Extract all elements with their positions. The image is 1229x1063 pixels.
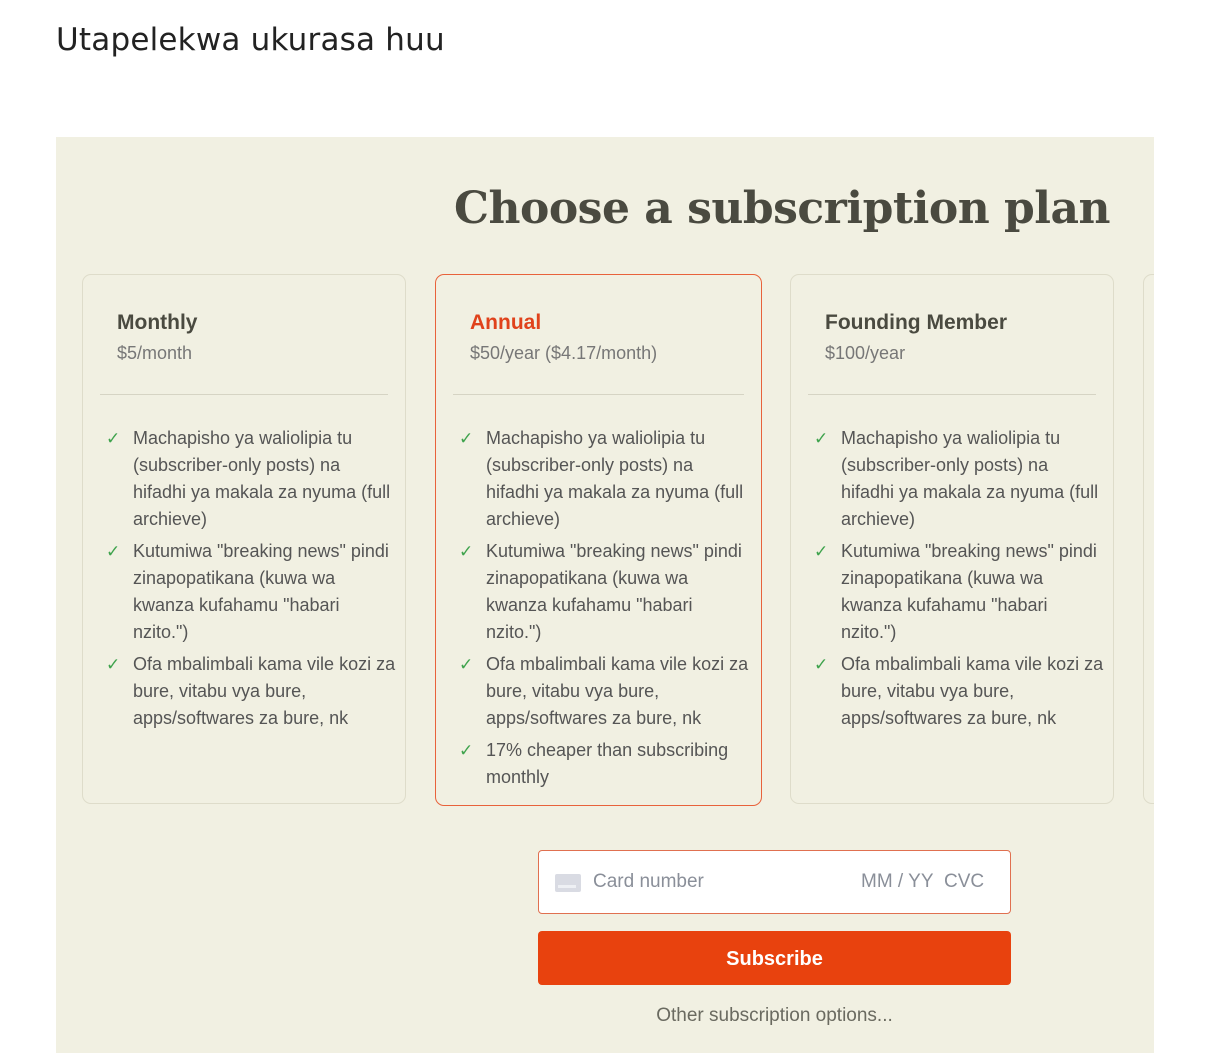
feature-item: ✓ Ofa mbalimbali kama vile kozi za bure, … <box>814 651 1104 732</box>
check-icon: ✓ <box>106 542 121 561</box>
plan-price: $5/month <box>117 343 193 363</box>
feature-item: ✓ Kutumiwa "breaking news" pindi zinapopa… <box>814 538 1104 646</box>
feature-item: ✓ Machapisho ya waliolipia tu (subscriber… <box>814 425 1104 533</box>
check-icon: ✓ <box>459 741 474 760</box>
plan-divider <box>100 394 388 395</box>
subscription-panel: Choose a subscription plan Monthly $5/mo… <box>56 137 1154 1053</box>
plan-name: Founding Member <box>825 311 1007 334</box>
feature-text: Ofa mbalimbali kama vile kozi za bure, v… <box>841 654 1104 728</box>
feature-text: Machapisho ya waliolipia tu (subscriber-… <box>841 428 1099 529</box>
subscribe-button[interactable]: Subscribe <box>538 931 1011 985</box>
panel-title: Choose a subscription plan <box>453 183 1111 234</box>
card-number-input[interactable]: Card number MM / YY CVC <box>538 850 1011 914</box>
feature-item: ✓ Kutumiwa "breaking news" pindi zinapopa… <box>106 538 396 646</box>
feature-list: ✓ Machapisho ya waliolipia tu (subscriber… <box>814 425 1104 737</box>
plan-card-monthly[interactable]: Monthly $5/month ✓ Machapisho ya waliolip… <box>82 274 406 804</box>
check-icon: ✓ <box>814 655 829 674</box>
plan-price: $50/year ($4.17/month) <box>470 343 658 363</box>
feature-text: Kutumiwa "breaking news" pindi zinapopat… <box>486 541 742 642</box>
plan-card-founding-member[interactable]: Founding Member $100/year ✓ Machapisho ya… <box>790 274 1114 804</box>
feature-text: Kutumiwa "breaking news" pindi zinapopat… <box>841 541 1097 642</box>
feature-text: Machapisho ya waliolipia tu (subscriber-… <box>133 428 391 529</box>
card-number-placeholder[interactable]: Card number <box>593 871 704 893</box>
cvc-field[interactable]: CVC <box>944 871 984 893</box>
feature-item: ✓ Ofa mbalimbali kama vile kozi za bure, … <box>106 651 396 732</box>
plan-name: Monthly <box>117 311 198 334</box>
check-icon: ✓ <box>106 429 121 448</box>
feature-item: ✓ Machapisho ya waliolipia tu (subscriber… <box>459 425 749 533</box>
plan-price: $100/year <box>825 343 906 363</box>
feature-item: ✓ Kutumiwa "breaking news" pindi zinapopa… <box>459 538 749 646</box>
feature-text: Ofa mbalimbali kama vile kozi za bure, v… <box>133 654 396 728</box>
plan-divider <box>808 394 1096 395</box>
plan-card-partial[interactable] <box>1143 274 1154 804</box>
plan-name: Annual <box>470 311 542 334</box>
expiry-field[interactable]: MM / YY <box>861 871 934 893</box>
check-icon: ✓ <box>814 429 829 448</box>
check-icon: ✓ <box>106 655 121 674</box>
check-icon: ✓ <box>459 429 474 448</box>
feature-item: ✓ Machapisho ya waliolipia tu (subscriber… <box>106 425 396 533</box>
check-icon: ✓ <box>459 655 474 674</box>
credit-card-icon <box>555 874 581 892</box>
feature-list: ✓ Machapisho ya waliolipia tu (subscriber… <box>459 425 749 796</box>
page-heading: Utapelekwa ukurasa huu <box>56 22 445 58</box>
check-icon: ✓ <box>459 542 474 561</box>
check-icon: ✓ <box>814 542 829 561</box>
plan-divider <box>453 394 744 395</box>
feature-text: Machapisho ya waliolipia tu (subscriber-… <box>486 428 744 529</box>
feature-text: Ofa mbalimbali kama vile kozi za bure, v… <box>486 654 749 728</box>
plan-card-annual[interactable]: Annual $50/year ($4.17/month) ✓ Machapish… <box>435 274 762 806</box>
feature-item: ✓ 17% cheaper than subscribing monthly <box>459 737 749 791</box>
feature-text: Kutumiwa "breaking news" pindi zinapopat… <box>133 541 389 642</box>
feature-list: ✓ Machapisho ya waliolipia tu (subscriber… <box>106 425 396 737</box>
feature-item: ✓ Ofa mbalimbali kama vile kozi za bure, … <box>459 651 749 732</box>
other-subscription-options-link[interactable]: Other subscription options... <box>538 1005 1011 1027</box>
feature-text: 17% cheaper than subscribing monthly <box>486 740 729 787</box>
